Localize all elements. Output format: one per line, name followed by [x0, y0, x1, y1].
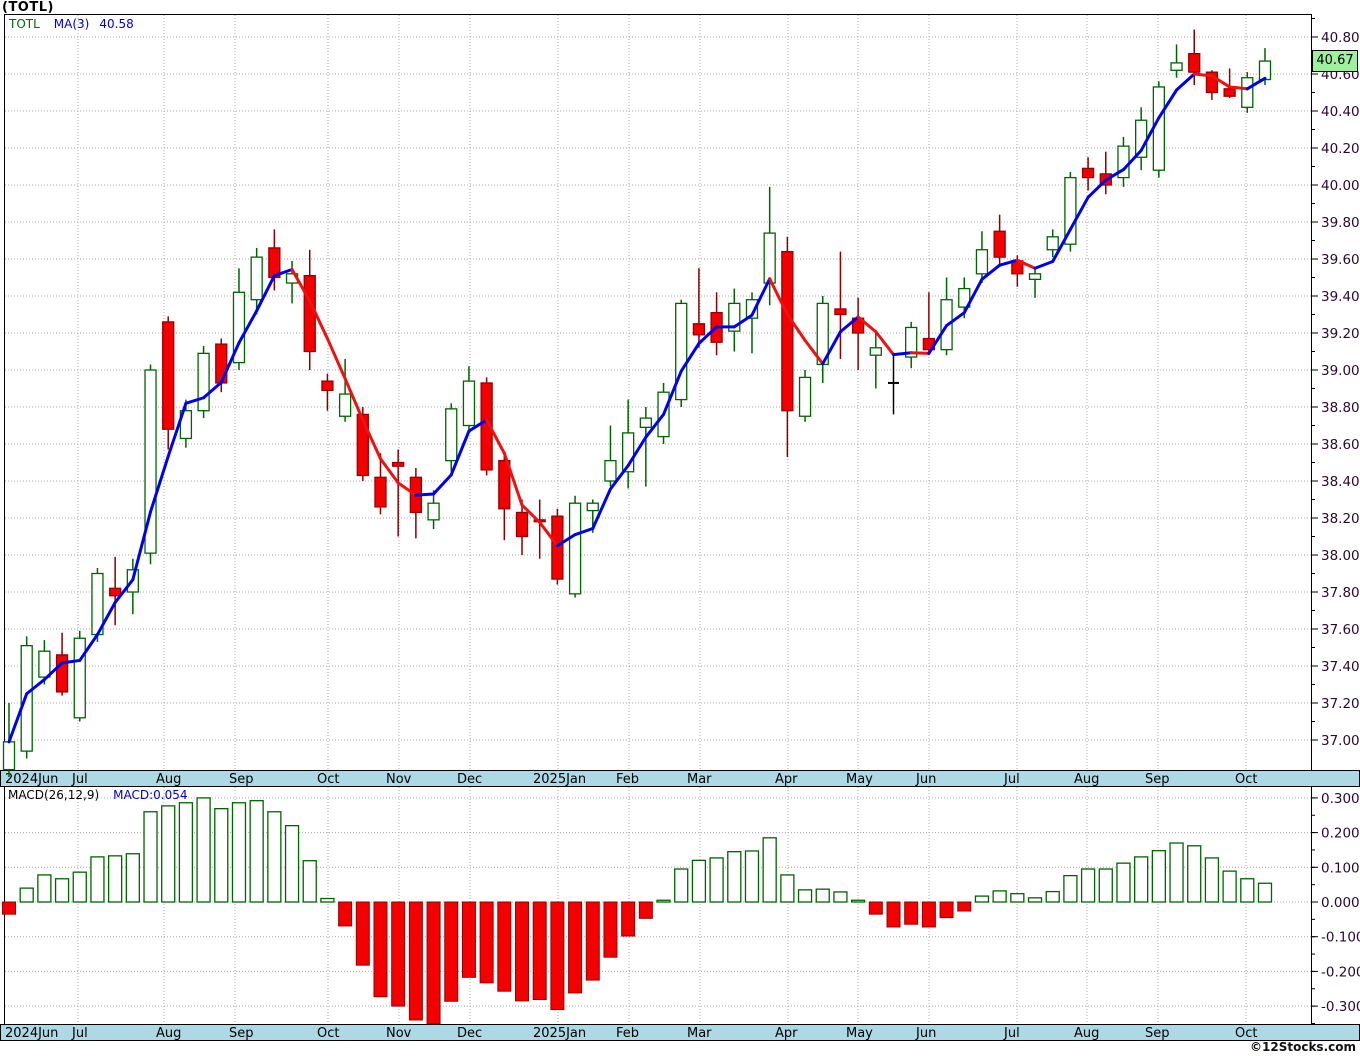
- svg-text:39.60: 39.60: [1321, 252, 1360, 268]
- svg-text:38.60: 38.60: [1321, 437, 1360, 453]
- svg-text:0.100: 0.100: [1321, 860, 1360, 876]
- svg-text:Nov: Nov: [386, 772, 412, 787]
- svg-text:Aug: Aug: [156, 772, 181, 787]
- svg-text:Aug: Aug: [1074, 772, 1099, 787]
- svg-text:38.20: 38.20: [1321, 511, 1360, 527]
- macd-panel-legend: MACD(26,12,9) MACD:0.054: [8, 788, 188, 802]
- svg-text:Jun: Jun: [915, 1026, 936, 1041]
- svg-text:May: May: [846, 1026, 873, 1041]
- price-panel-legend: TOTL MA(3) 40.58: [9, 17, 134, 31]
- svg-text:Sep: Sep: [229, 1026, 254, 1041]
- svg-text:Jul: Jul: [1003, 772, 1020, 787]
- current-price-tag: 40.67: [1312, 50, 1358, 73]
- svg-text:40.40: 40.40: [1321, 104, 1360, 120]
- svg-text:39.20: 39.20: [1321, 326, 1360, 342]
- svg-text:-0.200: -0.200: [1321, 964, 1360, 980]
- svg-text:37.60: 37.60: [1321, 622, 1360, 638]
- svg-text:Dec: Dec: [457, 772, 482, 787]
- svg-text:Mar: Mar: [687, 772, 712, 787]
- svg-text:Feb: Feb: [616, 772, 639, 787]
- svg-text:37.40: 37.40: [1321, 659, 1360, 675]
- macd-params-label: MACD(26,12,9): [8, 788, 100, 802]
- svg-text:2025Jan: 2025Jan: [533, 1026, 586, 1041]
- svg-text:39.00: 39.00: [1321, 363, 1360, 379]
- svg-text:0.300: 0.300: [1321, 791, 1360, 807]
- svg-text:0.000: 0.000: [1321, 895, 1360, 911]
- copyright-label: ©12Stocks.com: [1250, 1040, 1356, 1054]
- svg-text:2024Jun: 2024Jun: [5, 772, 58, 787]
- svg-text:Jun: Jun: [915, 772, 936, 787]
- svg-text:37.80: 37.80: [1321, 585, 1360, 601]
- svg-text:-0.100: -0.100: [1321, 930, 1360, 946]
- svg-text:40.00: 40.00: [1321, 178, 1360, 194]
- svg-text:39.80: 39.80: [1321, 215, 1360, 231]
- svg-text:Jul: Jul: [1003, 1026, 1020, 1041]
- svg-text:38.00: 38.00: [1321, 548, 1360, 564]
- ma-value: 40.58: [99, 17, 134, 31]
- svg-text:Sep: Sep: [229, 772, 254, 787]
- svg-text:Apr: Apr: [775, 1026, 798, 1041]
- svg-text:Aug: Aug: [156, 1026, 181, 1041]
- svg-text:Feb: Feb: [616, 1026, 639, 1041]
- svg-text:Mar: Mar: [687, 1026, 712, 1041]
- chart-canvas: 40.8040.6040.4040.2040.0039.8039.6039.40…: [0, 14, 1360, 1041]
- svg-text:2025Jan: 2025Jan: [533, 772, 586, 787]
- svg-text:0.200: 0.200: [1321, 826, 1360, 842]
- svg-text:Sep: Sep: [1145, 772, 1170, 787]
- svg-text:Apr: Apr: [775, 772, 798, 787]
- svg-text:May: May: [846, 772, 873, 787]
- svg-text:Oct: Oct: [317, 1026, 339, 1041]
- svg-text:Oct: Oct: [317, 772, 339, 787]
- svg-text:Oct: Oct: [1235, 772, 1257, 787]
- svg-text:38.40: 38.40: [1321, 474, 1360, 490]
- svg-text:Sep: Sep: [1145, 1026, 1170, 1041]
- svg-text:37.20: 37.20: [1321, 696, 1360, 712]
- svg-text:Oct: Oct: [1235, 1026, 1257, 1041]
- svg-text:Dec: Dec: [457, 1026, 482, 1041]
- svg-text:2024Jun: 2024Jun: [5, 1026, 58, 1041]
- ma-label: MA(3): [53, 17, 90, 31]
- svg-text:40.20: 40.20: [1321, 141, 1360, 157]
- svg-text:39.40: 39.40: [1321, 289, 1360, 305]
- svg-text:Nov: Nov: [386, 1026, 412, 1041]
- svg-text:Jul: Jul: [71, 772, 88, 787]
- symbol-label: TOTL: [9, 17, 40, 31]
- stock-chart-page: 40.80 40.60 40.40 40.20 40.00 39.80 39.60 39.40…: [0, 0, 1360, 1056]
- svg-text:Jul: Jul: [71, 1026, 88, 1041]
- svg-text:38.80: 38.80: [1321, 400, 1360, 416]
- svg-text:37.00: 37.00: [1321, 733, 1360, 749]
- page-title: (TOTL): [2, 0, 54, 15]
- svg-text:Aug: Aug: [1074, 1026, 1099, 1041]
- svg-text:-0.300: -0.300: [1321, 999, 1360, 1015]
- macd-value-label: MACD:0.054: [113, 788, 188, 802]
- svg-text:40.80: 40.80: [1321, 30, 1360, 46]
